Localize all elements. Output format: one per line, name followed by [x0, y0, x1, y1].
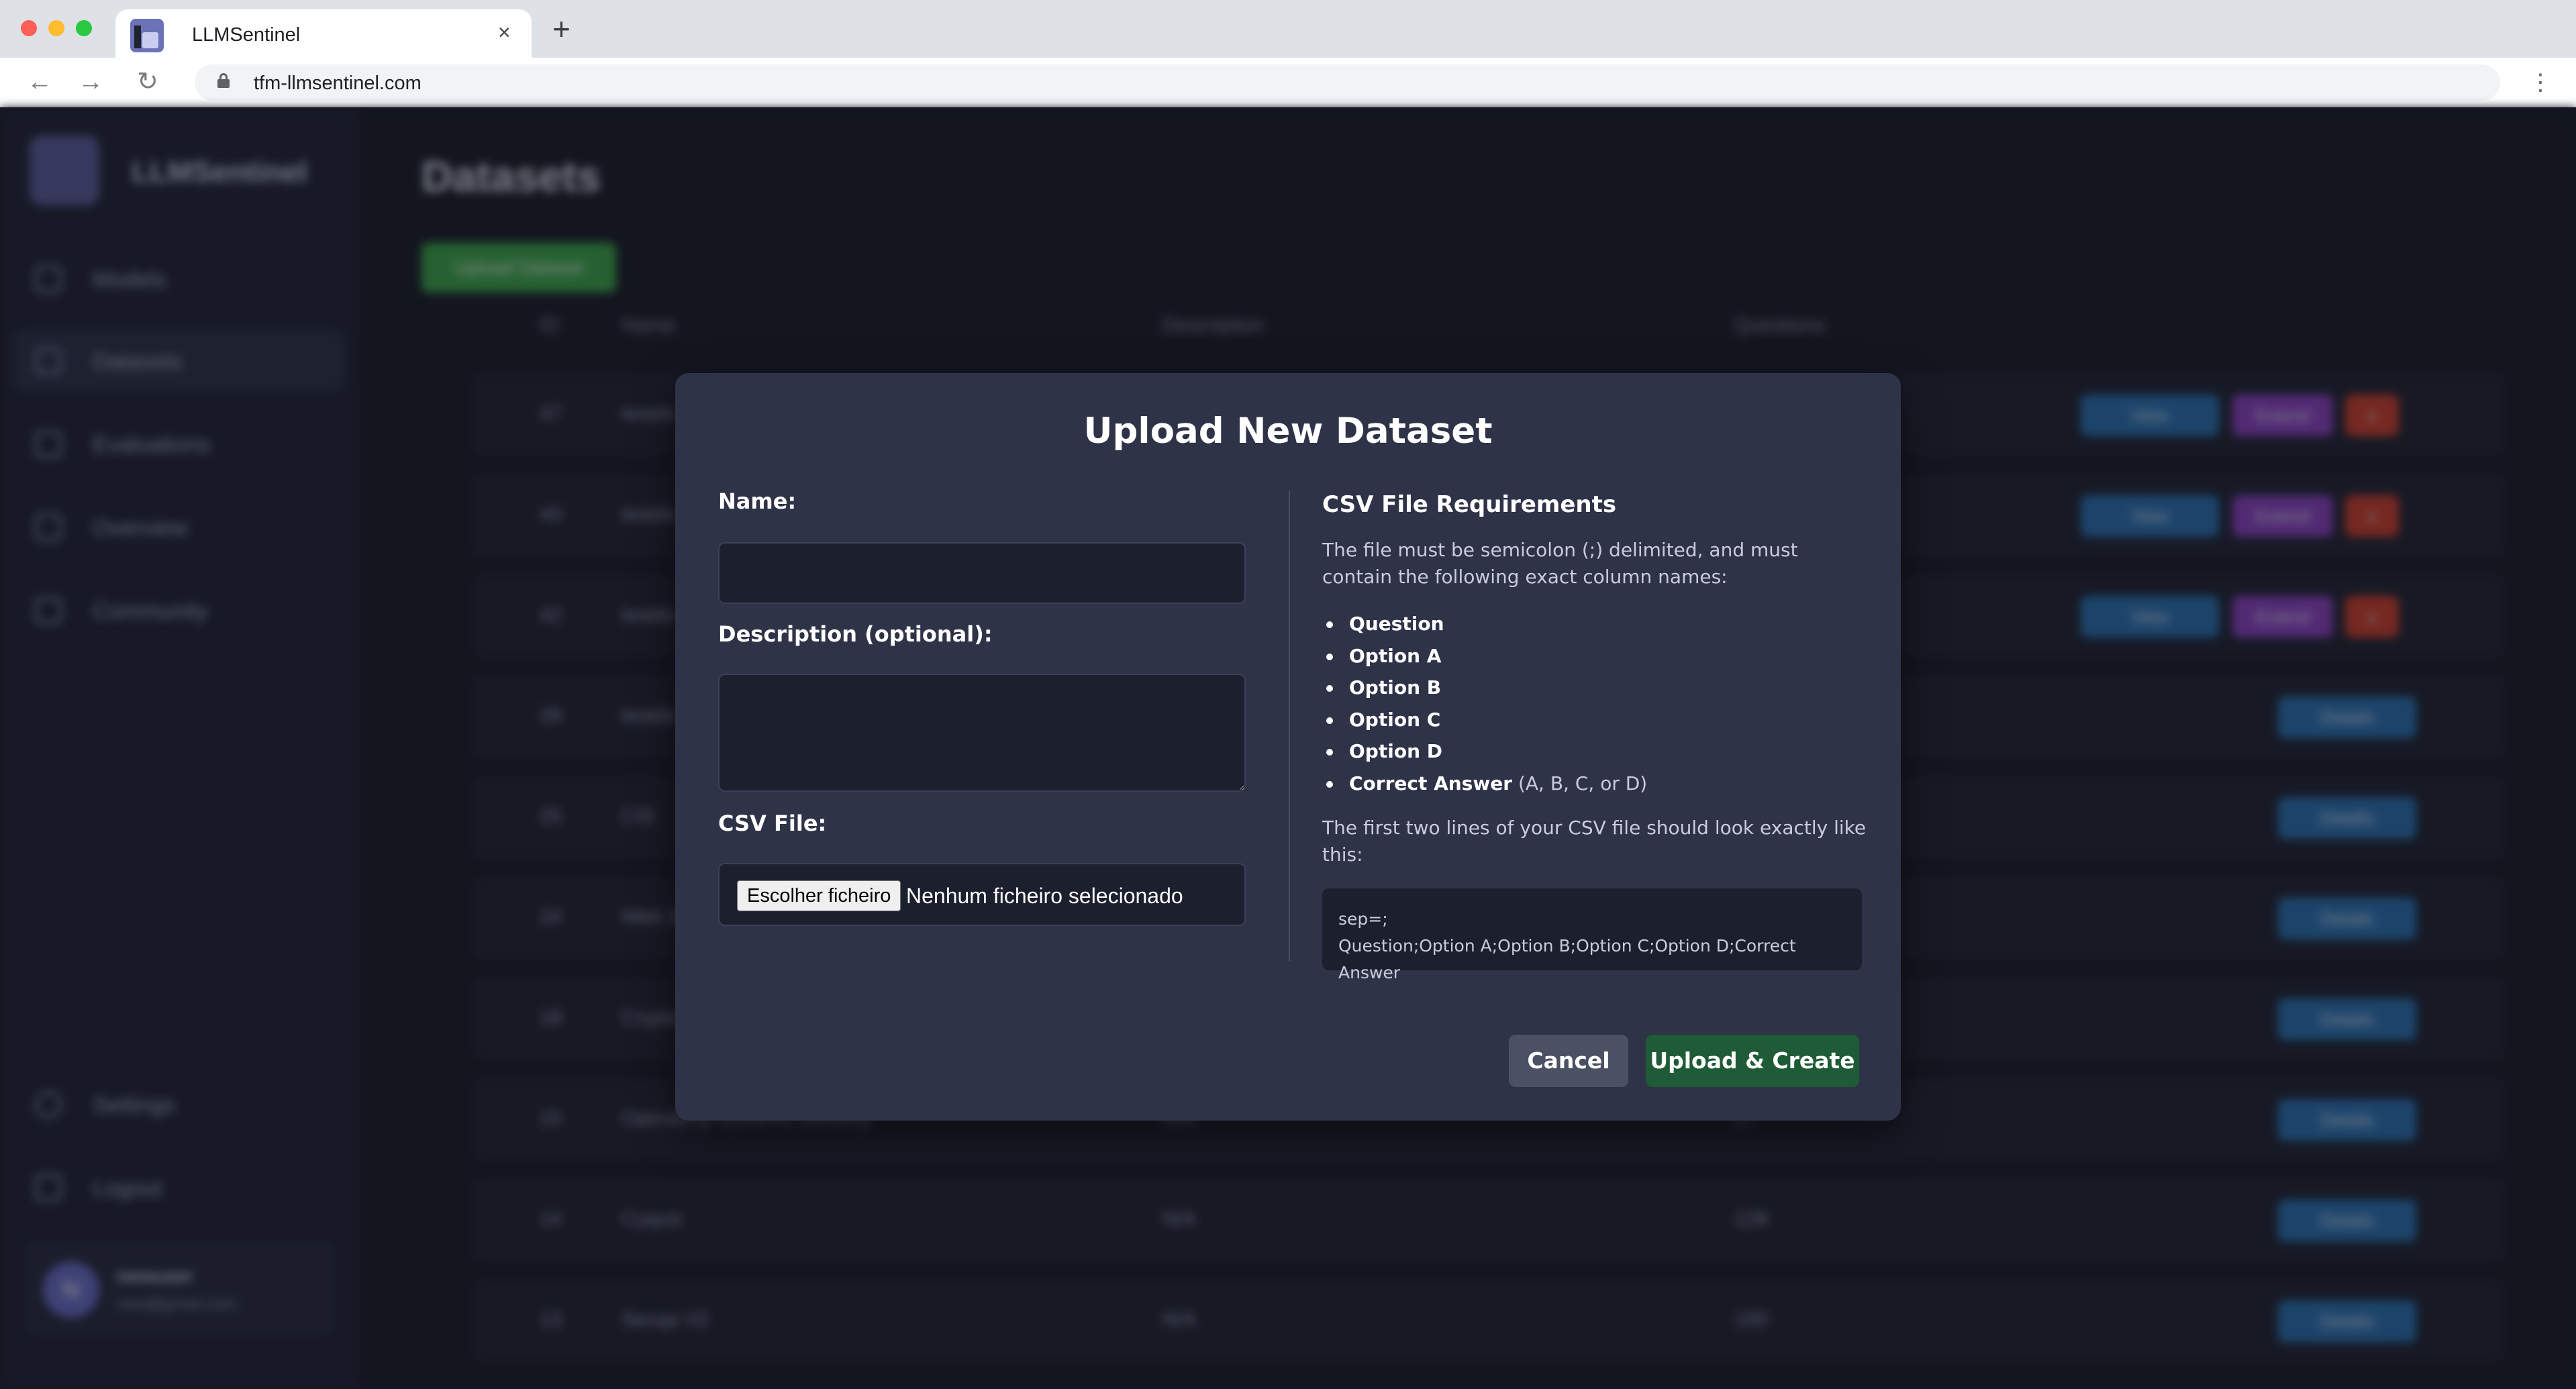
upload-dataset-modal: Upload New Dataset Name: Description (op…	[675, 373, 1901, 1121]
modal-divider	[1289, 491, 1290, 961]
bullet-icon	[1326, 653, 1333, 660]
window-minimize-button[interactable]	[48, 20, 64, 36]
modal-title: Upload New Dataset	[1083, 411, 1493, 452]
description-label: Description (optional):	[718, 621, 993, 647]
window-maximize-button[interactable]	[76, 20, 92, 36]
requirements-title: CSV File Requirements	[1322, 491, 1617, 518]
description-textarea[interactable]	[718, 674, 1246, 792]
column-name: Option A	[1349, 644, 1442, 667]
new-tab-button[interactable]: +	[552, 13, 571, 44]
requirements-intro: The file must be semicolon (;) delimited…	[1322, 539, 1798, 588]
choose-file-button[interactable]: Escolher ficheiro	[737, 880, 901, 911]
browser-toolbar: ← → ↻ tfm-llmsentinel.com ⋮	[0, 58, 2576, 107]
bullet-icon	[1326, 717, 1333, 724]
forward-arrow-icon[interactable]: →	[78, 67, 103, 97]
reload-icon[interactable]: ↻	[137, 67, 158, 97]
required-column-item: Question	[1322, 611, 1647, 643]
upload-create-button[interactable]: Upload & Create	[1646, 1035, 1859, 1087]
column-name: Option C	[1349, 708, 1441, 731]
required-column-item: Correct Answer (A, B, C, or D)	[1322, 770, 1647, 803]
csv-example-line: sep=;	[1338, 909, 1388, 929]
required-column-item: Option B	[1322, 674, 1647, 707]
bullet-icon	[1326, 749, 1333, 756]
required-columns-list: Question Option A Option B Option C Option D…	[1322, 611, 1647, 802]
bullet-icon	[1326, 780, 1333, 788]
csv-file-label: CSV File:	[718, 811, 827, 836]
bullet-icon	[1326, 685, 1333, 692]
favicon-icon	[130, 19, 164, 52]
required-column-item: Option A	[1322, 643, 1647, 675]
name-input[interactable]	[718, 542, 1246, 604]
tab-title: LLMSentinel	[192, 24, 301, 46]
csv-example-code: sep=; Question;Option A;Option B;Option …	[1322, 888, 1862, 982]
column-name: Question	[1349, 613, 1444, 635]
column-name: Option D	[1349, 740, 1442, 762]
browser-tab[interactable]: LLMSentinel ×	[115, 9, 532, 58]
csv-file-input[interactable]: Escolher ficheiro Nenhum ficheiro seleci…	[718, 863, 1246, 926]
browser-menu-icon[interactable]: ⋮	[2529, 70, 2552, 95]
tab-close-icon[interactable]: ×	[498, 20, 511, 44]
cancel-button[interactable]: Cancel	[1509, 1035, 1628, 1087]
column-name: Correct Answer	[1349, 772, 1513, 794]
back-arrow-icon[interactable]: ←	[27, 67, 52, 97]
file-status-text: Nenhum ficheiro selecionado	[906, 884, 1183, 908]
address-bar[interactable]: tfm-llmsentinel.com	[195, 64, 2500, 101]
example-intro: The first two lines of your CSV file sho…	[1322, 817, 1867, 866]
column-name: Option B	[1349, 676, 1442, 699]
lock-icon[interactable]	[217, 73, 230, 88]
browser-tab-strip: LLMSentinel × +	[0, 0, 2576, 58]
required-column-item: Option C	[1322, 707, 1647, 739]
column-note: (A, B, C, or D)	[1512, 772, 1648, 794]
url-text[interactable]: tfm-llmsentinel.com	[254, 72, 422, 95]
bullet-icon	[1326, 621, 1333, 628]
name-label: Name:	[718, 488, 797, 514]
required-column-item: Option D	[1322, 738, 1647, 770]
csv-example-line: Question;Option A;Option B;Option C;Opti…	[1338, 936, 1796, 982]
window-close-button[interactable]	[21, 20, 37, 36]
